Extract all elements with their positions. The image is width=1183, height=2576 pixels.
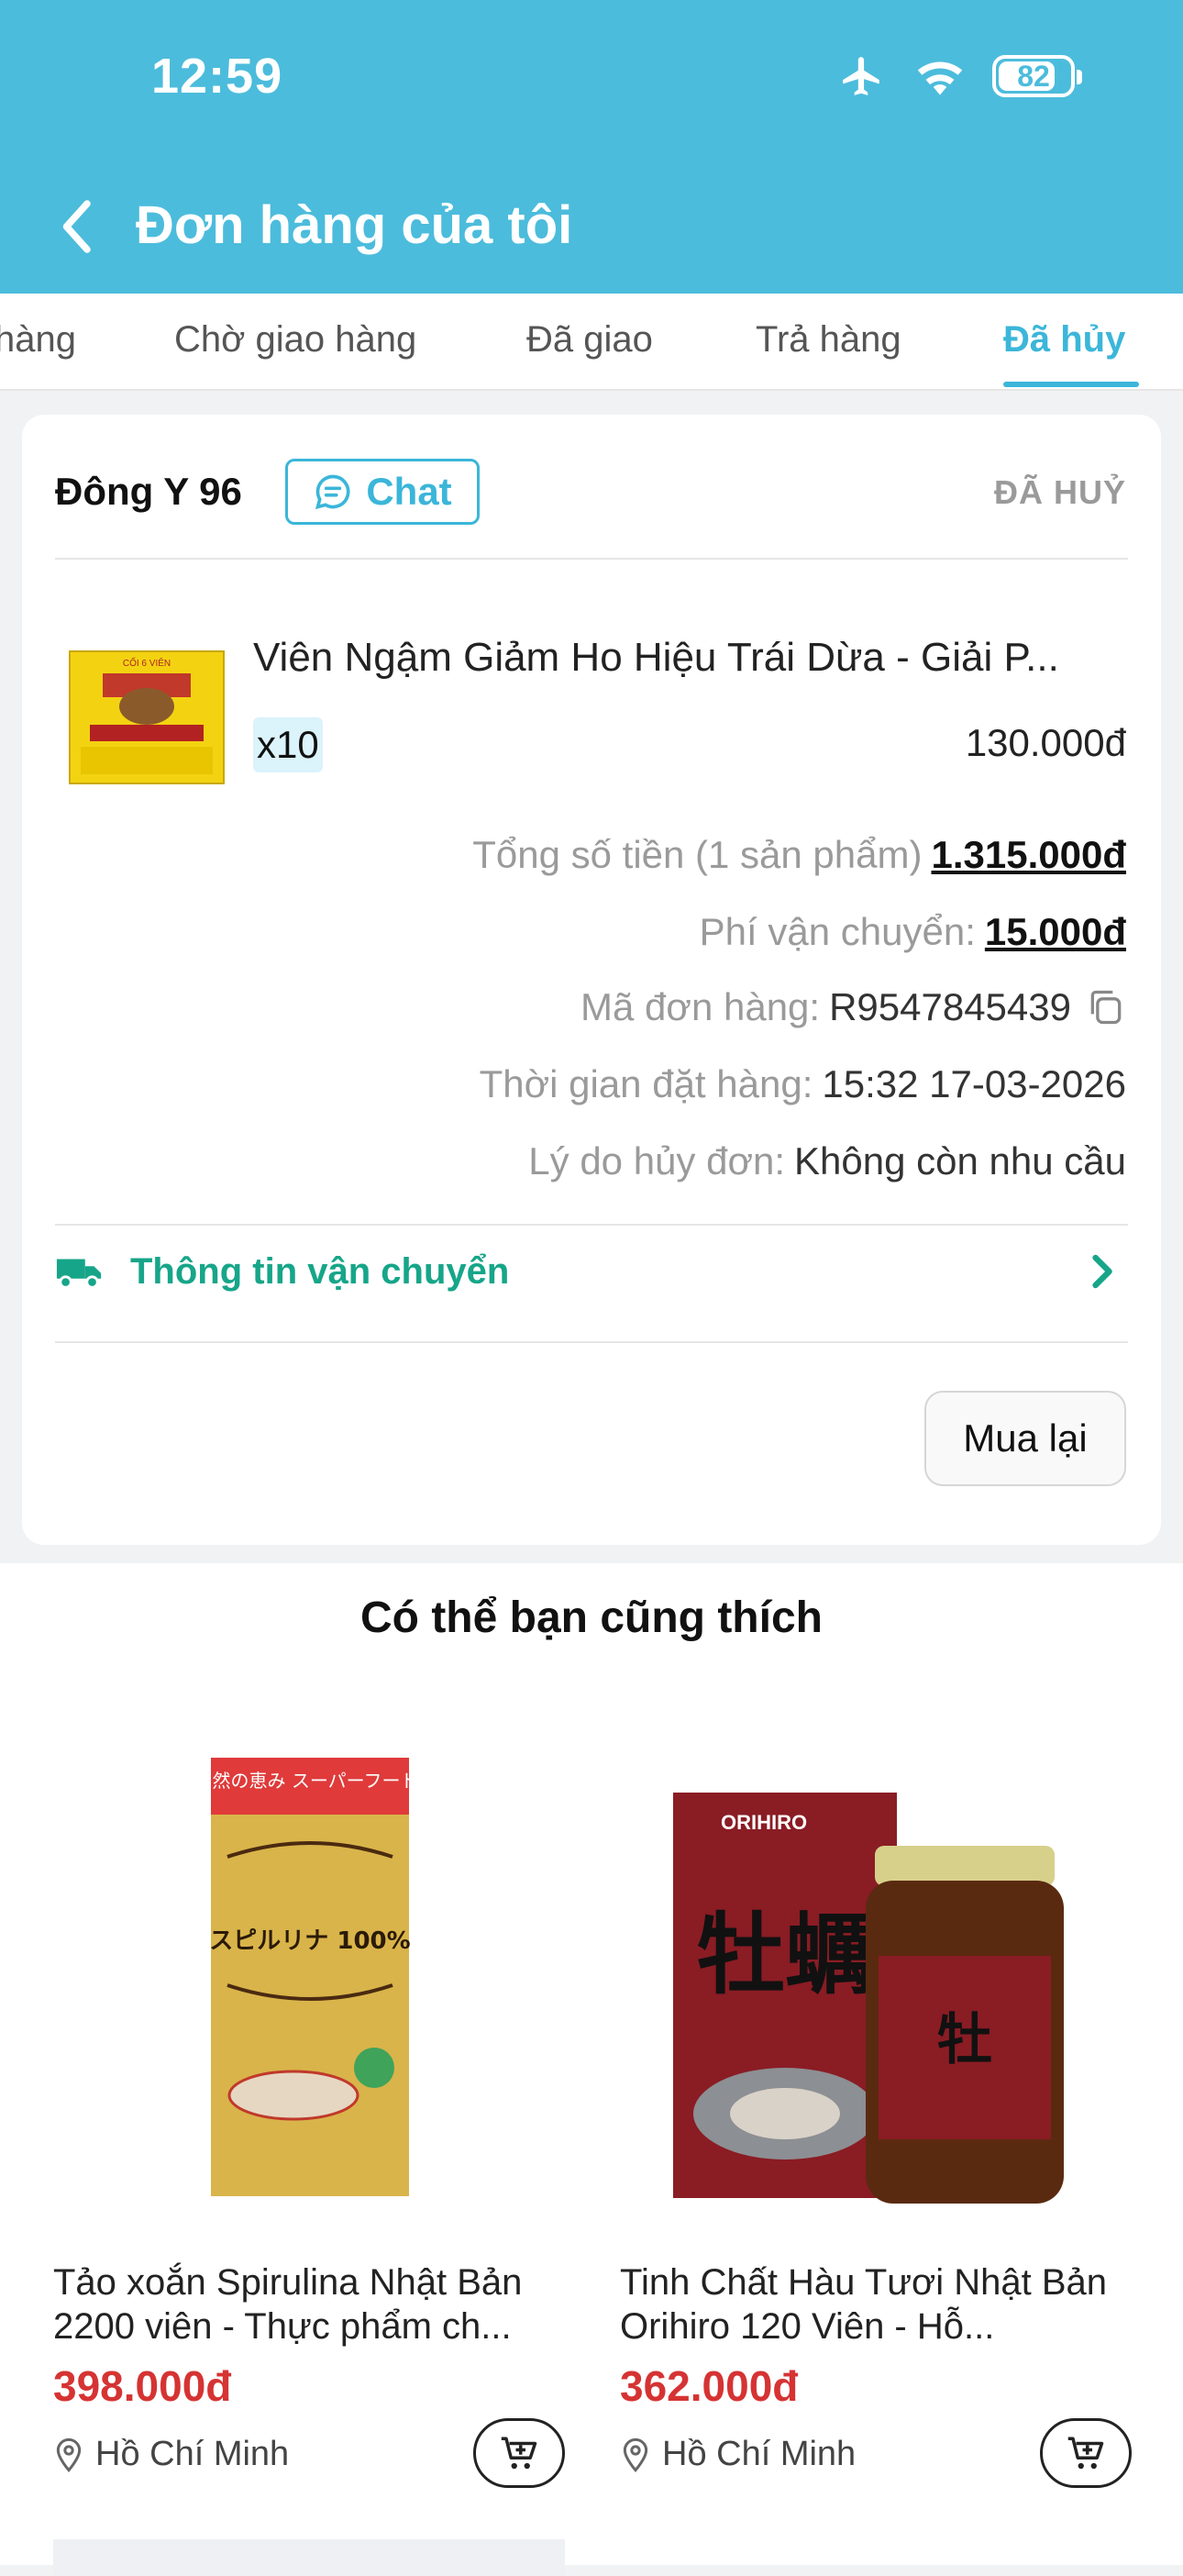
product-image[interactable]: ORIHIRO 牡蠣 牡: [620, 1710, 1133, 2242]
tab-partial[interactable]: hàng: [0, 319, 76, 361]
product-price: 398.000đ: [53, 2362, 232, 2410]
cart-plus-icon: [1067, 2437, 1104, 2470]
next-product-card-peek: [53, 2539, 565, 2576]
total-value: 1.315.000đ: [931, 833, 1126, 876]
cancel-reason-value: Không còn nhu cầu: [794, 1139, 1126, 1183]
status-time: 12:59: [151, 49, 283, 104]
recommendations-section: Có thể bạn cũng thích 自然の恵み スーパーフード! スピル…: [0, 1563, 1183, 2576]
image-top-text: 自然の恵み スーパーフード!: [194, 1770, 426, 1792]
product-image[interactable]: CỐI 6 VIÊN: [62, 646, 231, 789]
product-location: Hồ Chí Minh: [53, 2435, 289, 2474]
order-status-tabs: hàng Chờ giao hàng Đã giao Trả hàng Đã h…: [0, 294, 1183, 391]
order-code-row: Mã đơn hàng: R9547845439: [580, 985, 1126, 1029]
product-name[interactable]: Tảo xoắn Spirulina Nhật Bản 2200 viên - …: [53, 2260, 567, 2348]
copy-icon[interactable]: [1086, 987, 1126, 1027]
product-price: 362.000đ: [620, 2362, 799, 2410]
order-time-value: 15:32 17-03-2026: [822, 1062, 1126, 1105]
recommendations-title: Có thể bạn cũng thích: [360, 1593, 823, 1642]
tab-delivered[interactable]: Đã giao: [526, 319, 653, 361]
chat-icon: [315, 474, 350, 510]
tab-awaiting-delivery[interactable]: Chờ giao hàng: [174, 319, 416, 361]
chat-button[interactable]: Chat: [285, 459, 480, 525]
shop-name[interactable]: Đông Y 96: [55, 470, 242, 514]
location-label: Hồ Chí Minh: [95, 2435, 290, 2473]
image-main-text: 牡蠣: [697, 1904, 873, 2006]
order-card: Đông Y 96 Chat ĐÃ HUỶ CỐI 6 VIÊN Viên Ng…: [22, 415, 1161, 1545]
order-time-label: Thời gian đặt hàng:: [479, 1062, 813, 1105]
product-price: 130.000đ: [965, 721, 1126, 764]
svg-text:CỐI 6 VIÊN: CỐI 6 VIÊN: [123, 656, 171, 669]
shipping-fee-row: Phí vận chuyển: 15.000đ: [700, 910, 1126, 954]
chat-label: Chat: [366, 470, 452, 513]
rebuy-button[interactable]: Mua lại: [924, 1391, 1126, 1486]
status-badge: ĐÃ HUỶ: [993, 473, 1126, 511]
order-code-value: R9547845439: [829, 985, 1071, 1028]
tab-cancelled[interactable]: Đã hủy: [1003, 319, 1125, 361]
shipping-info-row[interactable]: Thông tin vận chuyển: [55, 1227, 1128, 1316]
image-brand-text: ORIHIRO: [721, 1811, 807, 1834]
location-pin-icon: [56, 2437, 82, 2472]
divider: [55, 1341, 1128, 1343]
cancel-reason-label: Lý do hủy đơn:: [528, 1139, 786, 1183]
active-tab-indicator: [1003, 382, 1139, 387]
order-time-row: Thời gian đặt hàng: 15:32 17-03-2026: [480, 1062, 1126, 1106]
chevron-left-icon: [62, 200, 91, 253]
tab-returns[interactable]: Trả hàng: [756, 319, 901, 361]
chevron-right-icon: [1092, 1254, 1112, 1289]
quantity-badge: x10: [253, 717, 323, 772]
truck-icon: [56, 1259, 102, 1289]
location-label: Hồ Chí Minh: [662, 2435, 857, 2473]
cart-plus-icon: [501, 2437, 537, 2470]
product-location: Hồ Chí Minh: [620, 2435, 856, 2474]
shipping-fee-value: 15.000đ: [984, 910, 1126, 953]
cancel-reason-row: Lý do hủy đơn: Không còn nhu cầu: [528, 1139, 1126, 1183]
product-name[interactable]: Tinh Chất Hàu Tươi Nhật Bản Orihiro 120 …: [620, 2260, 1133, 2348]
order-code-label: Mã đơn hàng:: [580, 985, 821, 1028]
add-to-cart-button[interactable]: [473, 2418, 565, 2488]
total-row: Tổng số tiền (1 sản phẩm) 1.315.000đ: [472, 833, 1126, 877]
product-image[interactable]: 自然の恵み スーパーフード! スピルリナ 100%: [53, 1710, 567, 2242]
battery-indicator: 82: [992, 55, 1082, 97]
airplane-icon: [843, 57, 879, 95]
page-title: Đơn hàng của tôi: [136, 195, 573, 255]
product-name[interactable]: Viên Ngậm Giảm Ho Hiệu Trái Dừa - Giải P…: [253, 635, 1133, 681]
app-header: 12:59 82 Đơn hàng của tôi: [0, 0, 1183, 294]
add-to-cart-button[interactable]: [1040, 2418, 1132, 2488]
shipping-info-label: Thông tin vận chuyển: [130, 1250, 510, 1292]
wifi-icon: [917, 61, 963, 95]
image-main-text: スピルリナ 100%: [209, 1927, 410, 1955]
total-label: Tổng số tiền (1 sản phẩm): [472, 833, 923, 876]
back-button[interactable]: [55, 194, 101, 259]
shipping-fee-label: Phí vận chuyển:: [699, 910, 976, 953]
status-icons: 82: [836, 53, 1082, 99]
divider: [55, 558, 1128, 560]
svg-text:牡: 牡: [937, 2008, 992, 2072]
battery-level: 82: [1017, 59, 1050, 93]
location-pin-icon: [623, 2437, 648, 2472]
divider: [55, 1224, 1128, 1226]
